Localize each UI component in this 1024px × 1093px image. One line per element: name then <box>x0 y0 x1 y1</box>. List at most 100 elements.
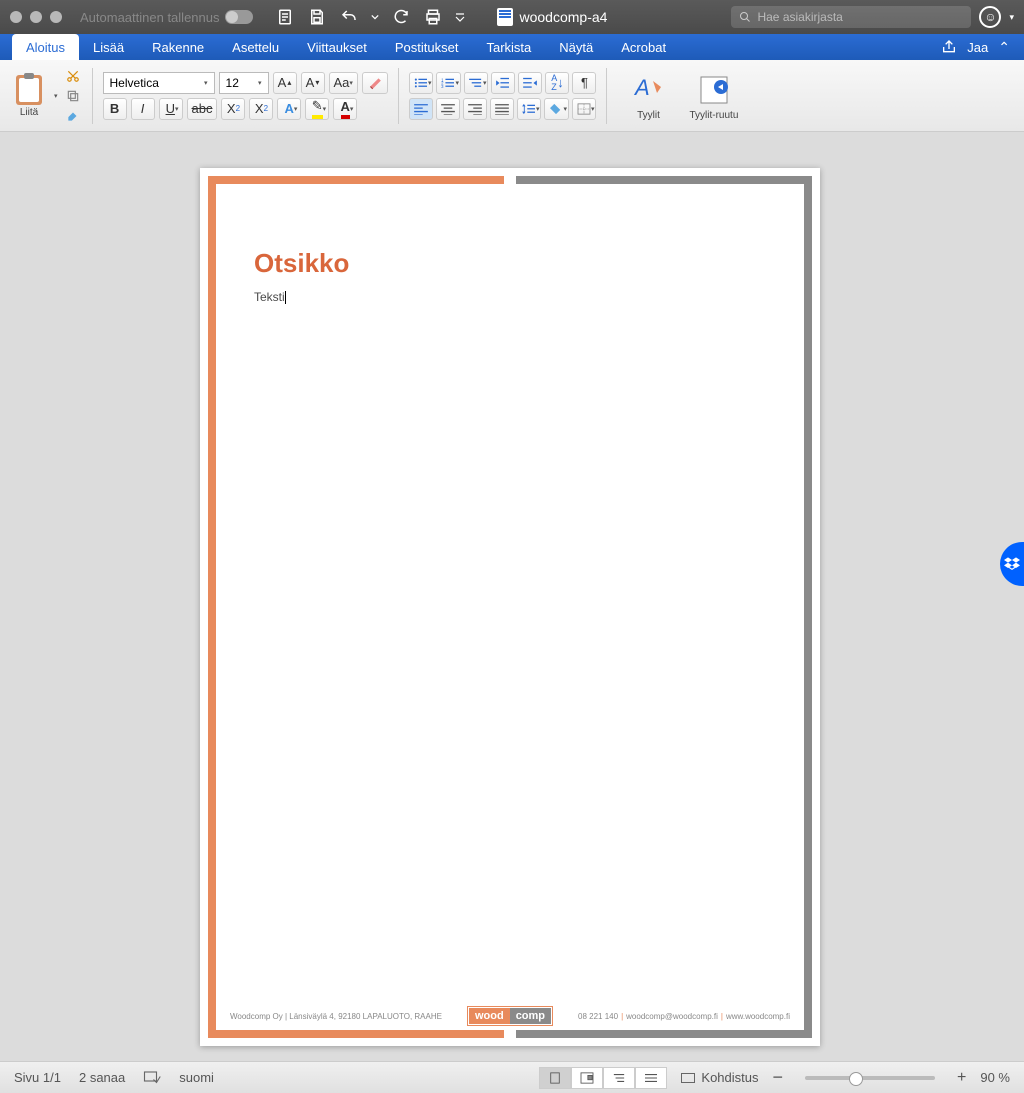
save-icon[interactable] <box>307 7 327 27</box>
search-box[interactable]: Hae asiakirjasta <box>731 6 971 28</box>
page[interactable]: Otsikko Teksti Woodcomp Oy | Länsiväylä … <box>200 168 820 1046</box>
tab-asettelu[interactable]: Asettelu <box>218 34 293 60</box>
spellcheck-icon[interactable] <box>143 1070 161 1086</box>
borders-button[interactable]: ▾ <box>572 98 597 120</box>
print-icon[interactable] <box>423 7 443 27</box>
body-text: Teksti <box>254 290 285 304</box>
clipboard-mini-buttons <box>64 67 82 125</box>
document-icon <box>497 8 513 26</box>
language-indicator[interactable]: suomi <box>179 1070 214 1085</box>
share-icon[interactable] <box>941 39 957 55</box>
separator <box>606 68 607 124</box>
tab-rakenne[interactable]: Rakenne <box>138 34 218 60</box>
zoom-out-button[interactable]: − <box>773 1067 784 1088</box>
grow-font-button[interactable]: A▴ <box>273 72 297 94</box>
zoom-level[interactable]: 90 % <box>980 1070 1010 1085</box>
tab-tarkista[interactable]: Tarkista <box>472 34 545 60</box>
page-indicator[interactable]: Sivu 1/1 <box>14 1070 61 1085</box>
document-canvas[interactable]: Otsikko Teksti Woodcomp Oy | Länsiväylä … <box>0 132 1024 1061</box>
underline-button[interactable]: U ▾ <box>159 98 183 120</box>
draft-view-button[interactable] <box>635 1067 667 1089</box>
text-cursor <box>285 291 286 304</box>
styles-pane-button[interactable]: Tyylit-ruutu <box>685 68 742 123</box>
document-body[interactable]: Teksti <box>254 290 286 304</box>
bullet-list-button[interactable]: ▾ <box>409 72 434 94</box>
shading-button[interactable]: ▾ <box>544 98 569 120</box>
focus-label: Kohdistus <box>701 1070 758 1085</box>
ribbon-toolbar: Liitä ▾ Helvetica▾ 12▾ A▴ A▾ Aa▾ B I U ▾… <box>0 60 1024 132</box>
separator <box>398 68 399 124</box>
subscript-button[interactable]: X2 <box>221 98 245 120</box>
undo-dropdown-icon[interactable] <box>371 7 379 27</box>
feedback-dropdown-icon[interactable]: ▾ <box>1009 12 1014 23</box>
focus-mode-button[interactable]: Kohdistus <box>681 1070 758 1085</box>
paste-dropdown-icon[interactable]: ▾ <box>54 92 58 100</box>
undo-icon[interactable] <box>339 7 359 27</box>
copy-icon[interactable] <box>64 87 82 105</box>
paragraph-group: ▾ 123 ▾ ▾ AZ↓ ¶ ▾ ▾ ▾ <box>409 72 597 120</box>
titlebar: Automaattinen tallennus woodcomp-a4 Hae … <box>0 0 1024 34</box>
clipboard-icon <box>16 75 42 105</box>
footer-contact: 08 221 140|woodcomp@woodcomp.fi|www.wood… <box>578 1012 790 1021</box>
cut-icon[interactable] <box>64 67 82 85</box>
page-border-left <box>208 176 216 1038</box>
italic-button[interactable]: I <box>131 98 155 120</box>
redo-icon[interactable] <box>391 7 411 27</box>
font-color-button[interactable]: A ▾ <box>333 98 357 120</box>
minimize-window-button[interactable] <box>30 11 42 23</box>
tab-aloitus[interactable]: Aloitus <box>12 34 79 60</box>
multilevel-list-button[interactable]: ▾ <box>464 72 489 94</box>
styles-button[interactable]: A Tyylit <box>627 68 669 123</box>
paste-button[interactable]: Liitä <box>10 71 48 120</box>
web-layout-view-button[interactable] <box>571 1067 603 1089</box>
decrease-indent-button[interactable] <box>491 72 515 94</box>
font-name-select[interactable]: Helvetica▾ <box>103 72 215 94</box>
strikethrough-button[interactable]: abc <box>187 98 218 120</box>
superscript-button[interactable]: X2 <box>249 98 273 120</box>
tab-acrobat[interactable]: Acrobat <box>607 34 680 60</box>
show-marks-button[interactable]: ¶ <box>572 72 596 94</box>
footer-web: www.woodcomp.fi <box>726 1012 790 1021</box>
maximize-window-button[interactable] <box>50 11 62 23</box>
highlight-button[interactable]: ✎ ▾ <box>305 98 329 120</box>
search-icon <box>739 11 751 23</box>
autosave-toggle[interactable] <box>225 10 253 24</box>
text-effects-button[interactable]: A ▾ <box>277 98 301 120</box>
dropbox-badge[interactable] <box>1000 542 1024 586</box>
bold-button[interactable]: B <box>103 98 127 120</box>
change-case-button[interactable]: Aa▾ <box>329 72 358 94</box>
page-border-right <box>804 176 812 1038</box>
increase-indent-button[interactable] <box>518 72 542 94</box>
clear-formatting-button[interactable] <box>362 72 388 94</box>
sort-az-button[interactable]: AZ↓ <box>545 72 569 94</box>
new-doc-icon[interactable] <box>275 7 295 27</box>
zoom-in-button[interactable]: + <box>957 1069 966 1087</box>
tab-nayta[interactable]: Näytä <box>545 34 607 60</box>
tab-viittaukset[interactable]: Viittaukset <box>293 34 381 60</box>
tab-lisaa[interactable]: Lisää <box>79 34 138 60</box>
align-left-button[interactable] <box>409 98 433 120</box>
zoom-slider[interactable] <box>805 1076 935 1080</box>
shrink-font-button[interactable]: A▾ <box>301 72 325 94</box>
align-right-button[interactable] <box>463 98 487 120</box>
close-window-button[interactable] <box>10 11 22 23</box>
font-size-select[interactable]: 12▾ <box>219 72 269 94</box>
format-painter-icon[interactable] <box>64 107 82 125</box>
footer-logo: wood comp <box>467 1006 553 1026</box>
tab-postitukset[interactable]: Postitukset <box>381 34 473 60</box>
page-border-top <box>208 176 812 184</box>
line-spacing-button[interactable]: ▾ <box>517 98 542 120</box>
document-title[interactable]: Otsikko <box>254 248 349 279</box>
word-count[interactable]: 2 sanaa <box>79 1070 125 1085</box>
search-placeholder: Hae asiakirjasta <box>757 10 842 24</box>
share-label[interactable]: Jaa <box>967 40 988 55</box>
numbered-list-button[interactable]: 123 ▾ <box>436 72 461 94</box>
print-layout-view-button[interactable] <box>539 1067 571 1089</box>
outline-view-button[interactable] <box>603 1067 635 1089</box>
qat-customize-icon[interactable] <box>455 7 465 27</box>
feedback-smiley-icon[interactable]: ☺ <box>979 6 1001 28</box>
align-center-button[interactable] <box>436 98 460 120</box>
autosave-label: Automaattinen tallennus <box>80 10 219 25</box>
align-justify-button[interactable] <box>490 98 514 120</box>
collapse-ribbon-icon[interactable]: ⌃ <box>998 39 1010 56</box>
